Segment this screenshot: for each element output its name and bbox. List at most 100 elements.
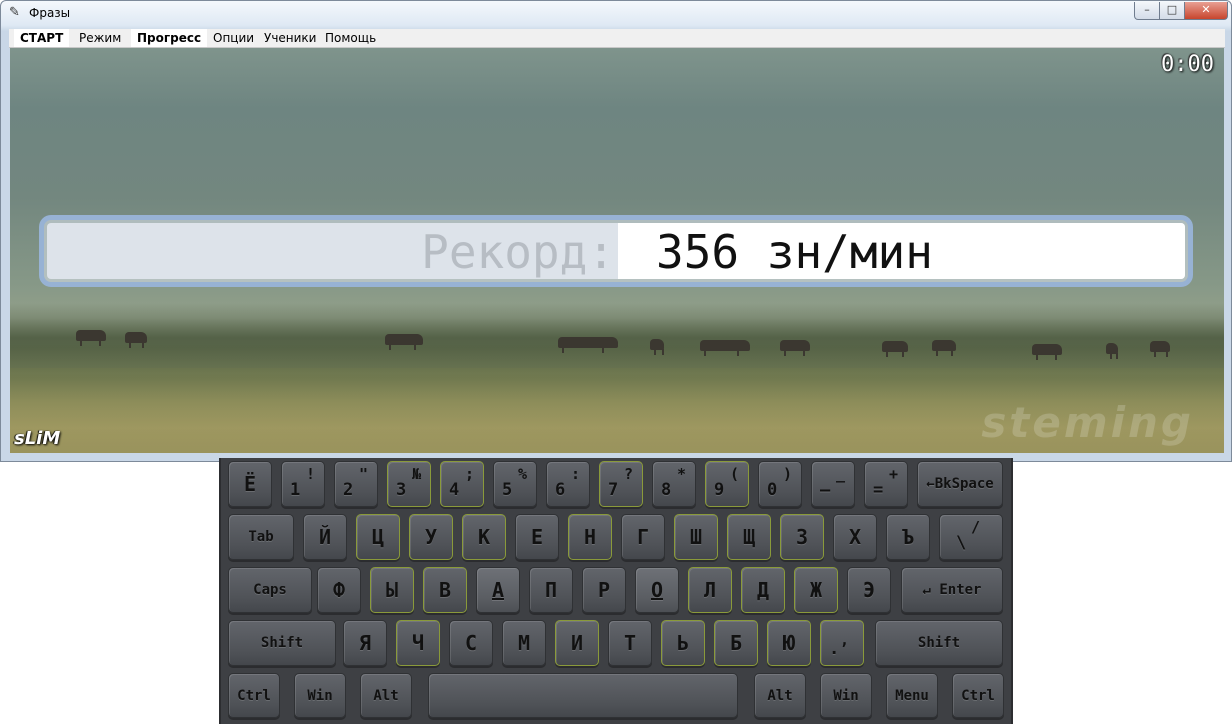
key-label: Я (358, 631, 372, 655)
key-backslash[interactable]: / \ (939, 514, 1003, 560)
key-shift-left[interactable]: Shift (228, 620, 336, 666)
watermark-logo: steming (981, 398, 1194, 447)
minimize-button[interactable]: – (1134, 2, 1160, 20)
key-э[interactable]: Э (847, 567, 891, 613)
key-label: 5 (502, 480, 513, 500)
key-о[interactable]: О (635, 567, 679, 613)
key-shift-right[interactable]: Shift (875, 620, 1003, 666)
key-label: Х (848, 525, 862, 549)
key-а[interactable]: А (476, 567, 520, 613)
menu-start[interactable]: СТАРТ (14, 29, 70, 47)
key-enter[interactable]: ↵ Enter (901, 567, 1003, 613)
key-щ[interactable]: Щ (727, 514, 771, 560)
key-я[interactable]: Я (343, 620, 387, 666)
key-equals[interactable]: + = (864, 461, 908, 507)
key-label: Alt (373, 687, 399, 704)
key-caps[interactable]: Caps (228, 567, 312, 613)
key-м[interactable]: М (502, 620, 546, 666)
key-б[interactable]: Б (714, 620, 758, 666)
key-г[interactable]: Г (621, 514, 665, 560)
key-shift-label: + (888, 465, 898, 483)
key-ф[interactable]: Ф (317, 567, 361, 613)
key-win-left[interactable]: Win (294, 673, 346, 718)
key-ctrl-right[interactable]: Ctrl (952, 673, 1004, 718)
key-space[interactable] (428, 673, 738, 718)
key-8[interactable]: * 8 (652, 461, 696, 507)
key-х[interactable]: Х (833, 514, 877, 560)
key-label: Ф (332, 578, 346, 602)
key-alt-right[interactable]: Alt (754, 673, 806, 718)
key-4[interactable]: ; 4 (440, 461, 484, 507)
key-д[interactable]: Д (741, 567, 785, 613)
key-3[interactable]: № 3 (387, 461, 431, 507)
key-ъ[interactable]: Ъ (886, 514, 930, 560)
key-в[interactable]: В (423, 567, 467, 613)
app-window: ✎ Фразы – □ ✕ СТАРТ Режим Прогресс Опции… (0, 0, 1232, 462)
menu-help[interactable]: Помощь (319, 29, 382, 47)
key-label: \ (956, 533, 967, 553)
key-ж[interactable]: Ж (794, 567, 838, 613)
record-value-box: 356 зн/мин (618, 223, 1185, 279)
key-label: Caps (253, 582, 287, 598)
key-label: П (544, 578, 558, 602)
key-minus[interactable]: _ – (811, 461, 855, 507)
key-у[interactable]: У (409, 514, 453, 560)
key-tab[interactable]: Tab (228, 514, 294, 560)
animal (650, 339, 664, 355)
key-с[interactable]: С (449, 620, 493, 666)
key-п[interactable]: П (529, 567, 573, 613)
key-label: Ю (782, 631, 796, 655)
key-label: Shift (917, 635, 961, 651)
key-0[interactable]: ) 0 (758, 461, 802, 507)
key-menu[interactable]: Menu (886, 673, 938, 718)
animal (385, 334, 423, 350)
key-ь[interactable]: Ь (661, 620, 705, 666)
key-backspace[interactable]: ←BkSpace (917, 461, 1003, 507)
key-label: Ш (689, 525, 703, 549)
key-label: У (424, 525, 438, 549)
key-и[interactable]: И (555, 620, 599, 666)
key-6[interactable]: :6 (546, 461, 590, 507)
key-ы[interactable]: Ы (370, 567, 414, 613)
key-label: Р (597, 578, 611, 602)
key-ш[interactable]: Ш (674, 514, 718, 560)
key-т[interactable]: Т (608, 620, 652, 666)
key-label: Б (729, 631, 743, 655)
key-1[interactable]: ! 1 (281, 461, 325, 507)
close-button[interactable]: ✕ (1184, 2, 1228, 20)
maximize-button[interactable]: □ (1159, 2, 1185, 20)
key-shift-label: / (970, 518, 980, 536)
key-9[interactable]: (9 (705, 461, 749, 507)
menu-students[interactable]: Ученики (258, 29, 322, 47)
key-ц[interactable]: Ц (356, 514, 400, 560)
key-2[interactable]: " 2 (334, 461, 378, 507)
key-л[interactable]: Л (688, 567, 732, 613)
key-з[interactable]: З (780, 514, 824, 560)
key-н[interactable]: Н (568, 514, 612, 560)
key-ю[interactable]: Ю (767, 620, 811, 666)
key-label: Menu (895, 687, 929, 704)
key-shift-label: ) (782, 465, 792, 483)
key-alt-left[interactable]: Alt (360, 673, 412, 718)
key-label: ←BkSpace (926, 476, 994, 492)
animal (780, 340, 810, 356)
key-label: Ъ (901, 525, 915, 549)
key-yo[interactable]: Ё (228, 461, 272, 507)
key-к[interactable]: К (462, 514, 506, 560)
key-label: Ё (243, 472, 257, 496)
key-win-right[interactable]: Win (820, 673, 872, 718)
record-value: 356 зн/мин (656, 225, 933, 279)
key-shift-label: ! (305, 465, 315, 483)
menu-progress[interactable]: Прогресс (131, 29, 208, 47)
key-р[interactable]: Р (582, 567, 626, 613)
key-7[interactable]: ? 7 (599, 461, 643, 507)
key-й[interactable]: Й (303, 514, 347, 560)
key-5[interactable]: % 5 (493, 461, 537, 507)
key-е[interactable]: Е (515, 514, 559, 560)
menu-options[interactable]: Опции (207, 29, 260, 47)
key-ч[interactable]: Ч (396, 620, 440, 666)
key-ctrl-left[interactable]: Ctrl (228, 673, 280, 718)
menu-mode[interactable]: Режим (73, 29, 127, 47)
key-period[interactable]: ,. (820, 620, 864, 666)
key-label: С (464, 631, 478, 655)
